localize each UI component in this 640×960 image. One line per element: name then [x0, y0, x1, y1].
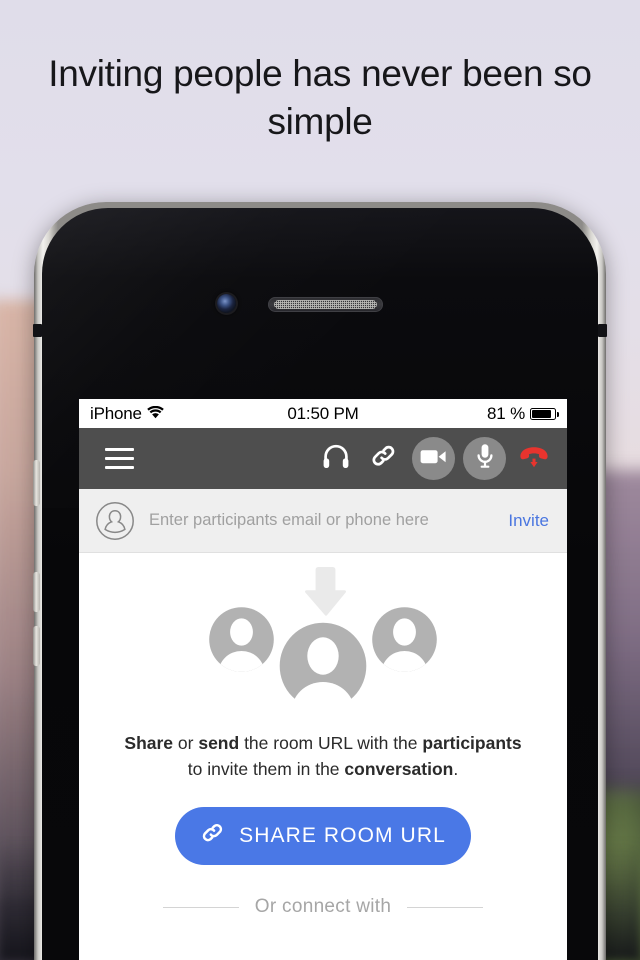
video-camera-icon: [420, 447, 447, 471]
hamburger-bar: [105, 465, 134, 469]
desc-text-period: .: [453, 759, 459, 779]
page-headline: Inviting people has never been so simple: [48, 53, 592, 142]
headphones-button[interactable]: [316, 439, 356, 479]
volume-up-button[interactable]: [33, 572, 40, 612]
battery-percent-label: 81 %: [487, 403, 525, 423]
invite-illustration: [208, 566, 438, 726]
toolbar-actions-group: [316, 437, 554, 480]
invite-description-line-1: Share or send the room URL with the part…: [103, 730, 543, 756]
mute-switch[interactable]: [33, 460, 40, 506]
app-toolbar: [79, 428, 567, 489]
video-camera-button[interactable]: [412, 437, 455, 480]
divider-label: Or connect with: [254, 896, 392, 917]
microphone-icon: [476, 443, 494, 474]
person-avatar-icon: [372, 607, 437, 672]
connect-with-divider: Or connect with: [113, 896, 533, 918]
share-link-button[interactable]: [364, 439, 404, 479]
volume-down-button[interactable]: [33, 626, 40, 666]
antenna-band-left: [33, 324, 42, 337]
divider-line-left: [162, 906, 239, 908]
screenshot-stage: Inviting people has never been so simple…: [0, 0, 640, 960]
invite-description: Share or send the room URL with the part…: [103, 730, 543, 782]
headphones-icon: [322, 443, 350, 474]
battery-icon: [530, 407, 559, 420]
share-room-url-label: SHARE ROOM URL: [239, 824, 446, 847]
share-room-url-button[interactable]: SHARE ROOM URL: [175, 807, 471, 865]
status-bar-right: 81 %: [323, 403, 559, 424]
invite-description-line-2: to invite them in the conversation.: [103, 756, 543, 782]
main-content: Share or send the room URL with the part…: [79, 553, 567, 960]
wifi-icon: [146, 404, 164, 424]
desc-text-or: or: [173, 733, 199, 753]
status-bar-left: iPhone: [90, 404, 323, 424]
front-camera-icon: [217, 294, 236, 313]
hangup-phone-icon: [518, 444, 550, 473]
link-chain-icon: [370, 443, 398, 474]
microphone-button[interactable]: [463, 437, 506, 480]
app-screen: iPhone 01:50 PM 81 % Enter participants …: [79, 399, 567, 960]
down-arrow-icon: [304, 567, 347, 616]
desc-bold-participants: participants: [422, 733, 522, 753]
antenna-band-right: [598, 324, 607, 337]
invite-bar: Invite: [79, 489, 567, 553]
earpiece-speaker-mesh: [274, 300, 377, 309]
divider-line-right: [407, 906, 484, 908]
desc-text-invite: to invite them in the: [187, 759, 345, 779]
toolbar-left-group: [92, 448, 316, 469]
person-avatar-icon: [209, 607, 274, 672]
hamburger-menu-icon[interactable]: [105, 448, 134, 469]
desc-text-roomurl: the room URL with the: [239, 733, 423, 753]
participant-input[interactable]: [149, 511, 495, 530]
person-avatar-icon: [95, 501, 135, 541]
desc-bold-send: send: [198, 733, 240, 753]
person-avatar-icon: [277, 620, 369, 712]
desc-bold-share: Share: [124, 733, 174, 753]
status-bar: iPhone 01:50 PM 81 %: [79, 399, 567, 428]
hangup-button[interactable]: [514, 439, 554, 479]
invite-button[interactable]: Invite: [508, 511, 551, 531]
desc-bold-conversation: conversation: [344, 759, 454, 779]
link-chain-icon: [200, 821, 226, 851]
phone-device: iPhone 01:50 PM 81 % Enter participants …: [33, 202, 607, 960]
hamburger-bar: [105, 456, 134, 461]
hamburger-bar: [105, 448, 134, 452]
carrier-label: iPhone: [90, 403, 142, 423]
battery-fill: [532, 409, 552, 418]
